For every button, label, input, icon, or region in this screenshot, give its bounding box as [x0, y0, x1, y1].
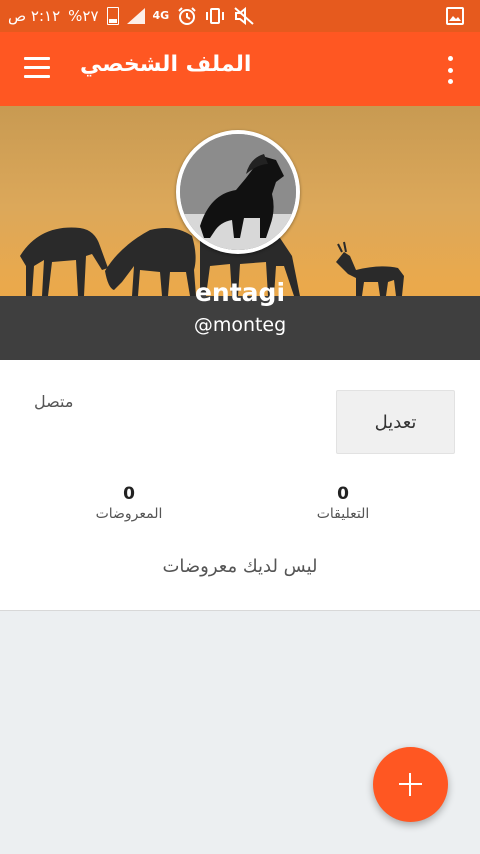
vibrate-icon [206, 8, 225, 24]
online-status: متصل [34, 392, 74, 411]
alarm-icon [178, 7, 196, 25]
profile-cover: entagi @monteg [0, 106, 480, 360]
signal-icon [126, 8, 145, 24]
add-post-button[interactable] [373, 747, 448, 822]
profile-handle: @monteg [193, 314, 287, 336]
app-bar: الملف الشخصي [0, 32, 480, 106]
battery-icon [106, 7, 119, 25]
status-left: ٢:١٢ ص %٢٧ 4G [8, 0, 255, 32]
profile-display-name: entagi [194, 278, 286, 307]
comments-label: التعليقات [316, 506, 370, 522]
comments-count: 0 [337, 484, 349, 504]
network-type: 4G [152, 9, 170, 22]
posts-label: المعروضات [95, 506, 163, 522]
avatar-image [180, 134, 296, 250]
posts-count: 0 [123, 484, 135, 504]
mute-icon [234, 7, 254, 25]
status-bar: ٢:١٢ ص %٢٧ 4G [0, 0, 480, 32]
stat-comments[interactable]: 0 التعليقات [273, 484, 413, 522]
edit-profile-button[interactable]: تعديل [336, 390, 455, 454]
page-title: الملف الشخصي [80, 52, 252, 77]
more-vert-icon[interactable] [440, 56, 460, 84]
empty-posts-message: ليس لديك معروضات [162, 556, 318, 577]
gallery-icon [446, 7, 464, 25]
menu-icon[interactable] [24, 57, 50, 79]
profile-panel: متصل تعديل 0 المعروضات 0 التعليقات ليس ل… [0, 360, 480, 611]
avatar[interactable] [176, 130, 300, 254]
status-right [446, 0, 464, 32]
clock-text: ٢:١٢ ص [8, 7, 61, 25]
battery-percent: %٢٧ [68, 7, 99, 25]
stat-posts[interactable]: 0 المعروضات [59, 484, 199, 522]
